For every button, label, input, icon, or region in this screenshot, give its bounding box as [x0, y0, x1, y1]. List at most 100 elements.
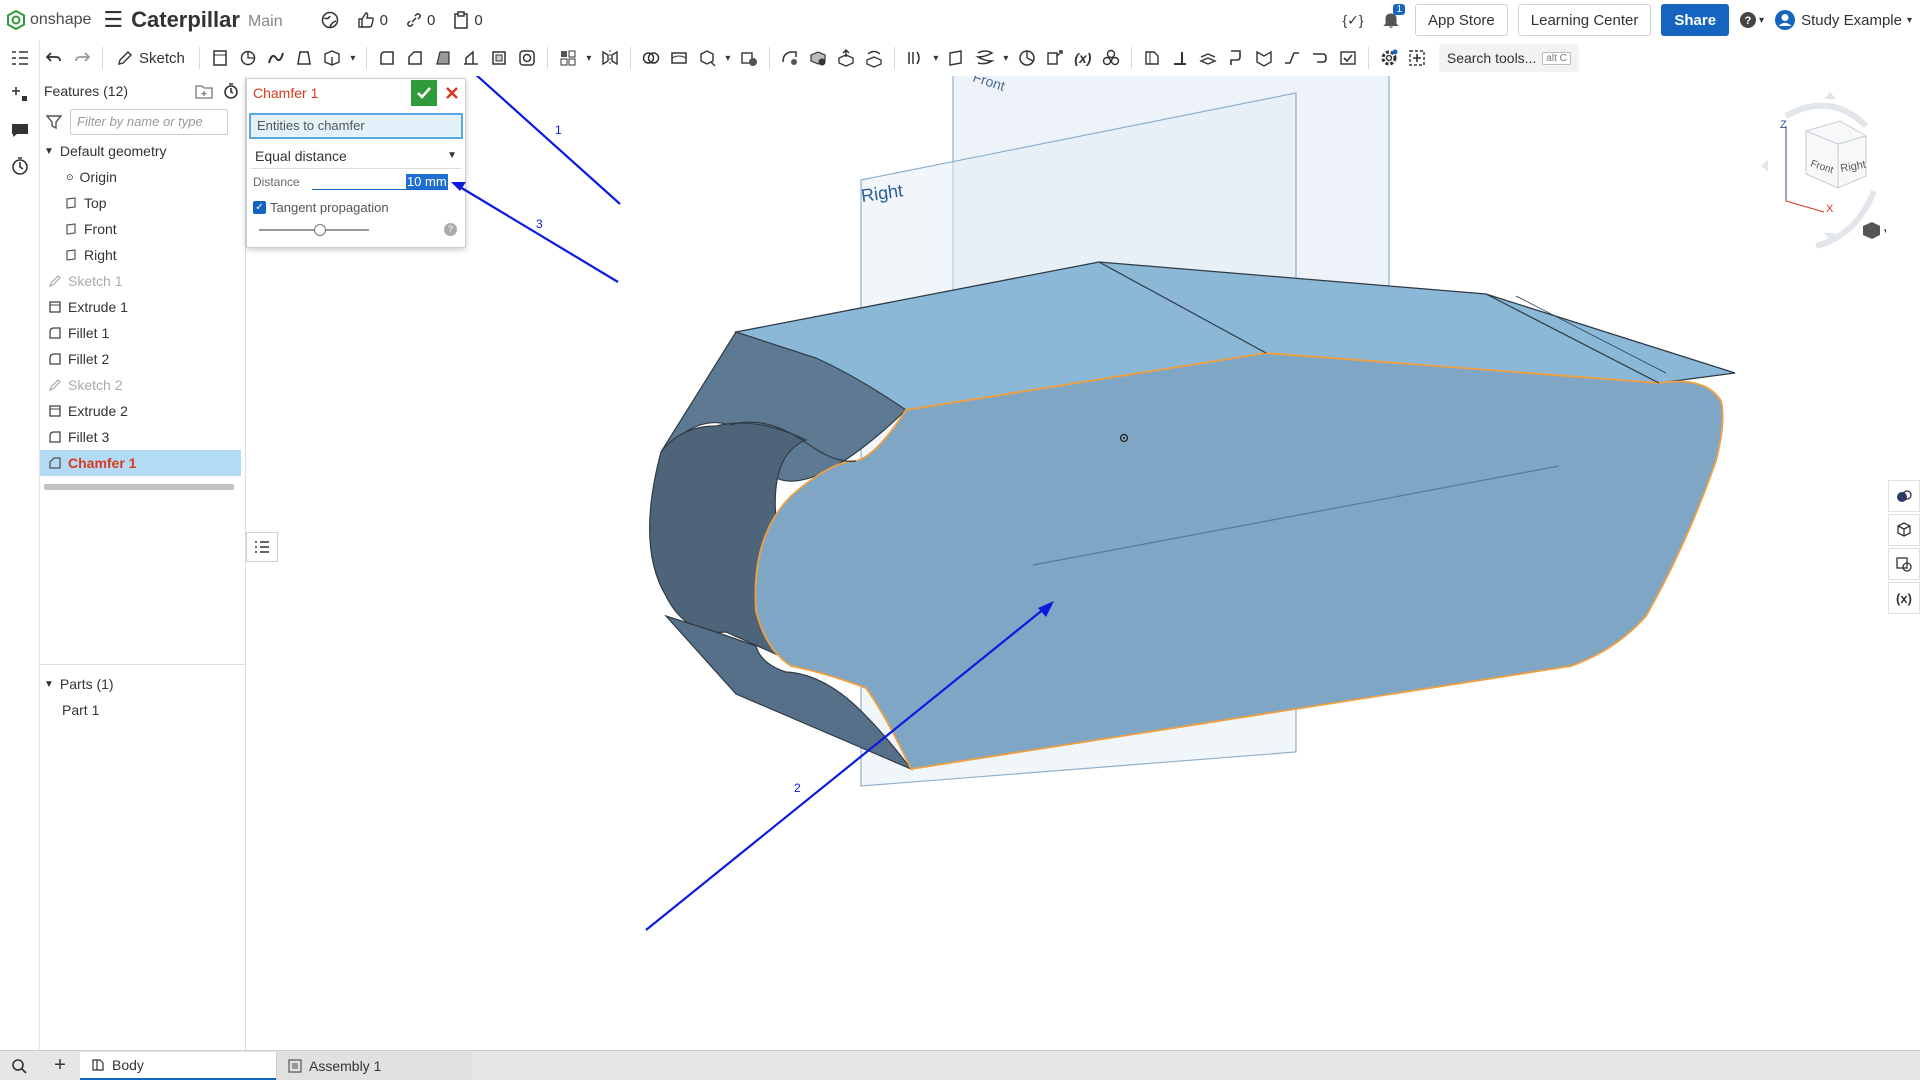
chevron-down-icon[interactable]: ▾ [929, 44, 943, 72]
tree-item-extrude-2[interactable]: Extrude 2 [40, 398, 245, 424]
transform-icon[interactable] [693, 44, 721, 72]
delete-face-icon[interactable] [804, 44, 832, 72]
flange-icon[interactable] [1166, 44, 1194, 72]
replace-face-icon[interactable] [860, 44, 888, 72]
chevron-down-icon[interactable]: ▼ [44, 146, 54, 157]
onshape-logo[interactable]: onshape [6, 0, 91, 40]
hole-icon[interactable] [513, 44, 541, 72]
links-button[interactable]: 0 [406, 12, 435, 29]
chevron-down-icon[interactable]: ▾ [582, 44, 596, 72]
variable-icon[interactable]: (x) [1069, 44, 1097, 72]
insert-icon[interactable] [0, 76, 40, 112]
tab-search-icon[interactable] [0, 1057, 40, 1075]
chamfer-icon[interactable] [401, 44, 429, 72]
mate-connector-icon[interactable] [1013, 44, 1041, 72]
user-menu[interactable]: Study Example ▾ [1774, 9, 1912, 31]
split-icon[interactable] [665, 44, 693, 72]
modify-fillet-icon[interactable] [776, 44, 804, 72]
chevron-down-icon[interactable]: ▾ [346, 44, 360, 72]
tree-item-origin[interactable]: ⊙ Origin [40, 164, 245, 190]
view-cube-arrow-left-icon[interactable] [1761, 160, 1768, 172]
learning-center-button[interactable]: Learning Center [1517, 4, 1652, 36]
view-cube[interactable]: Front Right Z X [1761, 92, 1886, 249]
tree-item-fillet-2[interactable]: Fillet 2 [40, 346, 245, 372]
document-title[interactable]: Caterpillar [131, 7, 240, 33]
redo-icon[interactable] [68, 44, 96, 72]
globe-icon[interactable] [321, 11, 339, 29]
boolean-icon[interactable] [637, 44, 665, 72]
share-button[interactable]: Share [1661, 4, 1730, 36]
tab-body[interactable]: Body [80, 1051, 276, 1080]
thicken-icon[interactable] [318, 44, 346, 72]
like-button[interactable]: 0 [357, 11, 388, 29]
tree-item-chamfer-1[interactable]: Chamfer 1 [40, 450, 241, 476]
configuration-icon[interactable]: (x) [1888, 582, 1920, 614]
sweep-icon[interactable] [262, 44, 290, 72]
app-store-button[interactable]: App Store [1415, 4, 1508, 36]
stopwatch-icon[interactable] [223, 83, 239, 99]
sketch-button[interactable]: Sketch [109, 50, 193, 67]
workspace-name[interactable]: Main [248, 13, 283, 31]
chevron-down-icon[interactable]: ▼ [44, 679, 54, 690]
loft-icon[interactable] [290, 44, 318, 72]
appearance-icon[interactable] [1888, 480, 1920, 512]
assembly-icon[interactable] [1097, 44, 1125, 72]
view-mode-icon[interactable]: ▾ [1863, 222, 1886, 239]
tree-item-extrude-1[interactable]: Extrude 1 [40, 294, 245, 320]
notifications-button[interactable]: 1 [1377, 4, 1406, 34]
comments-icon[interactable] [0, 112, 40, 148]
tree-item-front-plane[interactable]: Front [40, 216, 245, 242]
revolve-icon[interactable] [234, 44, 262, 72]
jog-icon[interactable] [1278, 44, 1306, 72]
tree-item-sketch-2[interactable]: Sketch 2 [40, 372, 245, 398]
offset-surface-icon[interactable] [901, 44, 929, 72]
delete-part-icon[interactable] [735, 44, 763, 72]
shell-icon[interactable] [485, 44, 513, 72]
undo-icon[interactable] [40, 44, 68, 72]
chevron-down-icon[interactable]: ▾ [721, 44, 735, 72]
add-custom-feature-icon[interactable] [1403, 44, 1431, 72]
feature-filter-input[interactable]: Filter by name or type [70, 109, 228, 135]
tree-item-fillet-1[interactable]: Fillet 1 [40, 320, 245, 346]
sheet-metal-icon[interactable] [1138, 44, 1166, 72]
filter-icon[interactable] [46, 114, 62, 130]
add-folder-icon[interactable] [195, 83, 213, 99]
plane-icon[interactable] [943, 44, 971, 72]
feature-list-scrollbar[interactable] [44, 484, 234, 490]
mate-features-icon[interactable] [1888, 548, 1920, 580]
variables-icon[interactable]: {✓} [1339, 6, 1367, 34]
bend-icon[interactable] [1222, 44, 1250, 72]
menu-icon[interactable]: ☰ [103, 9, 123, 31]
hem-icon[interactable] [1306, 44, 1334, 72]
tree-item-sketch-1[interactable]: Sketch 1 [40, 268, 245, 294]
default-geometry-folder[interactable]: ▼ Default geometry [40, 138, 245, 164]
mirror-icon[interactable] [596, 44, 624, 72]
tree-item-top-plane[interactable]: Top [40, 190, 245, 216]
view-cube-arrow-up-icon[interactable] [1824, 92, 1836, 99]
graphics-viewport[interactable]: Front Right 1 3 2 Front Right Z X [246, 76, 1886, 1050]
fillet-icon[interactable] [373, 44, 401, 72]
parts-view-icon[interactable] [1888, 514, 1920, 546]
pattern-icon[interactable] [554, 44, 582, 72]
tree-item-fillet-3[interactable]: Fillet 3 [40, 424, 245, 450]
add-tab-button[interactable]: + [40, 1054, 80, 1077]
form-icon[interactable] [1250, 44, 1278, 72]
tree-item-right-plane[interactable]: Right [40, 242, 245, 268]
parts-folder[interactable]: ▼ Parts (1) [40, 671, 246, 697]
helix-icon[interactable] [971, 44, 999, 72]
move-face-icon[interactable] [832, 44, 860, 72]
derived-icon[interactable] [1041, 44, 1069, 72]
extrude-icon[interactable] [206, 44, 234, 72]
tab-assembly-1[interactable]: Assembly 1 [276, 1051, 472, 1080]
search-tools-input[interactable]: Search tools... alt C [1438, 44, 1579, 72]
rib-icon[interactable] [457, 44, 485, 72]
finish-sheet-metal-icon[interactable] [1334, 44, 1362, 72]
copies-button[interactable]: 0 [453, 11, 483, 29]
help-button[interactable]: ? ▾ [1739, 11, 1764, 29]
tree-item-part-1[interactable]: Part 1 [40, 697, 246, 723]
chevron-down-icon[interactable]: ▾ [999, 44, 1013, 72]
tab-icon[interactable] [1194, 44, 1222, 72]
settings-icon[interactable] [1375, 44, 1403, 72]
history-icon[interactable] [0, 148, 40, 184]
draft-icon[interactable] [429, 44, 457, 72]
